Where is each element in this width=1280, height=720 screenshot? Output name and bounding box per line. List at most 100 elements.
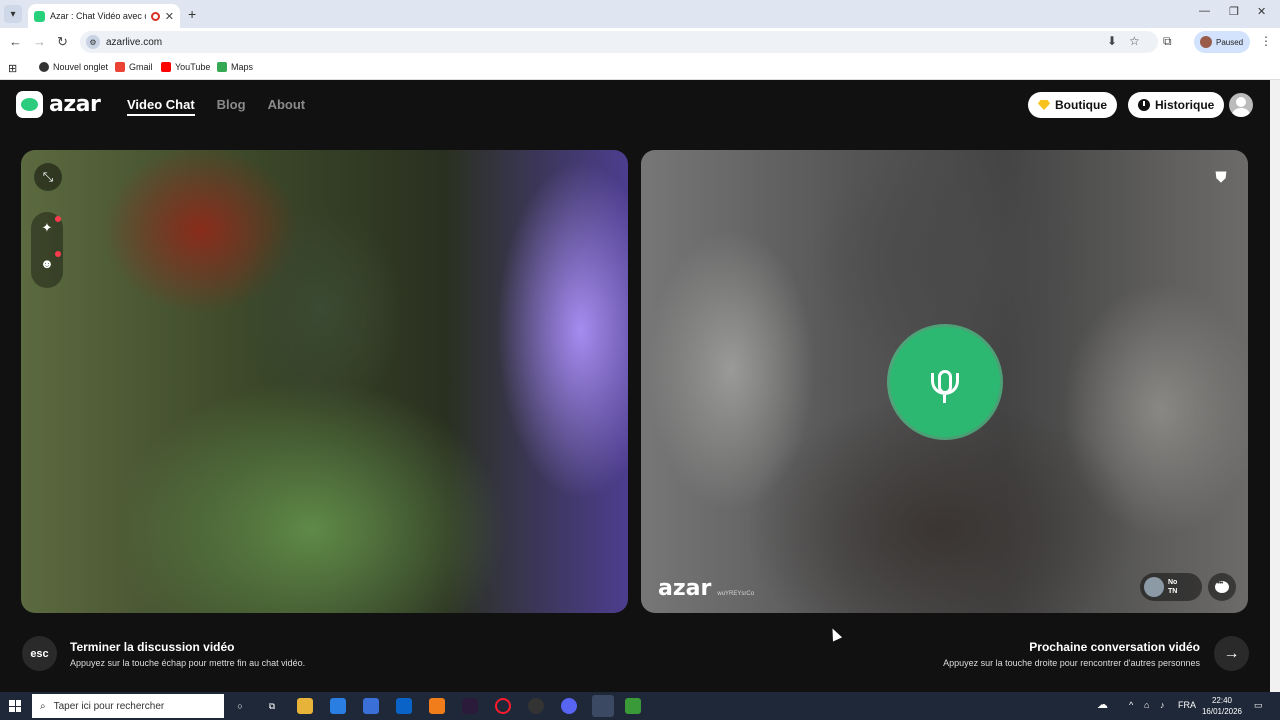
bookmark-label: YouTube [175, 62, 211, 72]
steam-icon[interactable] [528, 698, 544, 714]
app-v-icon[interactable] [462, 698, 478, 714]
watermark-id: wuYREYsrCo [717, 591, 755, 597]
chat-bubble-icon[interactable] [1208, 573, 1236, 601]
install-app-icon[interactable]: ⬇ [1107, 34, 1117, 48]
new-badge-dot [55, 251, 61, 257]
app-a-icon[interactable] [429, 698, 445, 714]
extensions-icon[interactable]: ⧉ [1163, 34, 1172, 49]
user-profile-icon[interactable] [1229, 93, 1253, 117]
end-chat-subtitle: Appuyez sur la touche échap pour mettre … [70, 657, 306, 668]
site-info-icon[interactable]: ⚙ [86, 35, 100, 49]
next-arrow-button[interactable]: → [1214, 636, 1249, 671]
windows-start-icon[interactable] [9, 700, 21, 712]
azar-logo[interactable]: azar [16, 91, 101, 118]
globe-icon [39, 62, 49, 72]
page-scrollbar[interactable] [1270, 80, 1280, 692]
historique-button[interactable]: Historique [1128, 92, 1225, 118]
bookmark-maps[interactable]: Maps [217, 62, 253, 72]
azar-watermark: azar wuYREYsrCo [658, 576, 754, 601]
clock-icon [1138, 99, 1150, 111]
watermark-logo: azar [658, 576, 712, 601]
search-icon: ⌕ [40, 700, 46, 712]
cortana-icon[interactable]: ○ [232, 698, 248, 714]
end-chat-hint: esc Terminer la discussion vidéo Appuyez… [22, 636, 305, 671]
apps-grid-icon[interactable]: ⊞ [8, 62, 17, 75]
partner-avatar [1144, 577, 1164, 597]
next-chat-subtitle: Appuyez sur la touche droite pour rencon… [943, 657, 1200, 668]
browser-tab-strip: ▾ Azar : Chat Vidéo avec de n ✕ + — ❐ ✕ [0, 0, 1280, 28]
partner-info-chip[interactable]: No TN [1140, 573, 1202, 601]
mail-icon[interactable] [363, 698, 379, 714]
azar-page: azar Video Chat Blog About Boutique Hist… [0, 80, 1270, 692]
new-tab-button[interactable]: + [188, 6, 196, 22]
outlook-icon[interactable] [396, 698, 412, 714]
boutique-button[interactable]: Boutique [1028, 92, 1117, 118]
windows-taskbar: ⌕ Taper ici pour rechercher ○ ⧉ ☁ ^ ⌂ ♪ … [0, 692, 1280, 720]
taskbar-clock[interactable]: 22:40 16/01/2026 [1198, 695, 1246, 717]
show-hidden-icons[interactable]: ^ [1129, 700, 1133, 710]
clock-date: 16/01/2026 [1201, 707, 1243, 716]
minimize-video-icon[interactable]: ⤡ [34, 163, 62, 191]
report-shield-icon[interactable]: ⛊ [1207, 163, 1235, 191]
next-chat-title: Prochaine conversation vidéo [1029, 639, 1200, 654]
store-icon[interactable] [330, 698, 346, 714]
task-view-icon[interactable]: ⧉ [264, 698, 280, 714]
bookmark-gmail[interactable]: Gmail [115, 62, 153, 72]
boutique-label: Boutique [1055, 98, 1107, 112]
microphone-button[interactable] [890, 327, 1000, 437]
bookmark-nouvel-onglet[interactable]: Nouvel onglet [39, 62, 108, 72]
discord-icon[interactable] [561, 698, 577, 714]
forward-arrow-icon[interactable]: → [33, 34, 46, 49]
notifications-icon[interactable]: ▭ [1254, 700, 1263, 711]
partner-country: TN [1168, 588, 1178, 595]
back-arrow-icon[interactable]: ← [9, 34, 22, 49]
restore-button[interactable]: ❐ [1229, 5, 1239, 18]
language-indicator[interactable]: FRA [1178, 700, 1196, 710]
bookmark-label: Maps [231, 62, 254, 72]
historique-label: Historique [1155, 98, 1215, 112]
browser-menu-icon[interactable]: ⋮ [1260, 34, 1272, 48]
gmail-icon [115, 62, 125, 72]
main-nav: Video Chat Blog About [127, 97, 305, 116]
youtube-icon [161, 62, 171, 72]
new-badge-dot [55, 216, 61, 222]
bookmark-label: Gmail [129, 62, 153, 72]
bookmark-youtube[interactable]: YouTube [161, 62, 210, 72]
nav-about[interactable]: About [268, 97, 306, 116]
profile-button[interactable]: Paused [1194, 31, 1250, 53]
esc-key-button[interactable]: esc [22, 636, 57, 671]
url-text: azarlive.com [106, 36, 163, 48]
tab-search-button[interactable]: ▾ [4, 5, 22, 23]
taskbar-search-box[interactable]: ⌕ Taper ici pour rechercher [32, 694, 224, 718]
next-chat-hint: Prochaine conversation vidéo Appuyez sur… [943, 636, 1249, 671]
azar-logo-text: azar [49, 92, 101, 117]
recording-indicator-icon [150, 11, 160, 21]
close-window-button[interactable]: ✕ [1257, 5, 1266, 18]
nav-video-chat[interactable]: Video Chat [127, 97, 195, 116]
onedrive-icon[interactable]: ☁ [1097, 698, 1108, 711]
nav-blog[interactable]: Blog [217, 97, 246, 116]
bookmarks-bar: ⊞ Nouvel onglet Gmail YouTube Maps [0, 56, 1280, 80]
tab-title: Azar : Chat Vidéo avec de n [50, 11, 146, 21]
reload-icon[interactable]: ↻ [57, 34, 68, 50]
bookmark-star-icon[interactable]: ☆ [1129, 34, 1140, 48]
browser-toolbar: ← → ↻ ⚙ azarlive.com ⬇ ☆ ⧉ ⋮ [0, 28, 1280, 56]
chrome-icon[interactable] [592, 695, 614, 717]
self-video: ⤡ ✦ ☻ [21, 150, 628, 613]
tab-close-button[interactable]: ✕ [165, 10, 174, 23]
file-explorer-icon[interactable] [297, 698, 313, 714]
partner-video: ⛊ azar wuYREYsrCo No TN [641, 150, 1248, 613]
address-bar[interactable]: ⚙ azarlive.com [80, 31, 1158, 53]
clock-time: 22:40 [1211, 696, 1233, 705]
app-green-icon[interactable] [625, 698, 641, 714]
partner-name: No [1168, 579, 1178, 586]
end-chat-title: Terminer la discussion vidéo [70, 639, 235, 654]
maps-icon [217, 62, 227, 72]
minimize-button[interactable]: — [1199, 5, 1210, 17]
volume-icon[interactable]: ♪ [1160, 700, 1165, 710]
browser-tab-azar[interactable]: Azar : Chat Vidéo avec de n ✕ [28, 4, 180, 28]
search-placeholder: Taper ici pour rechercher [53, 700, 165, 712]
network-icon[interactable]: ⌂ [1144, 700, 1149, 710]
profile-status: Paused [1216, 37, 1244, 47]
opera-icon[interactable] [495, 698, 511, 714]
